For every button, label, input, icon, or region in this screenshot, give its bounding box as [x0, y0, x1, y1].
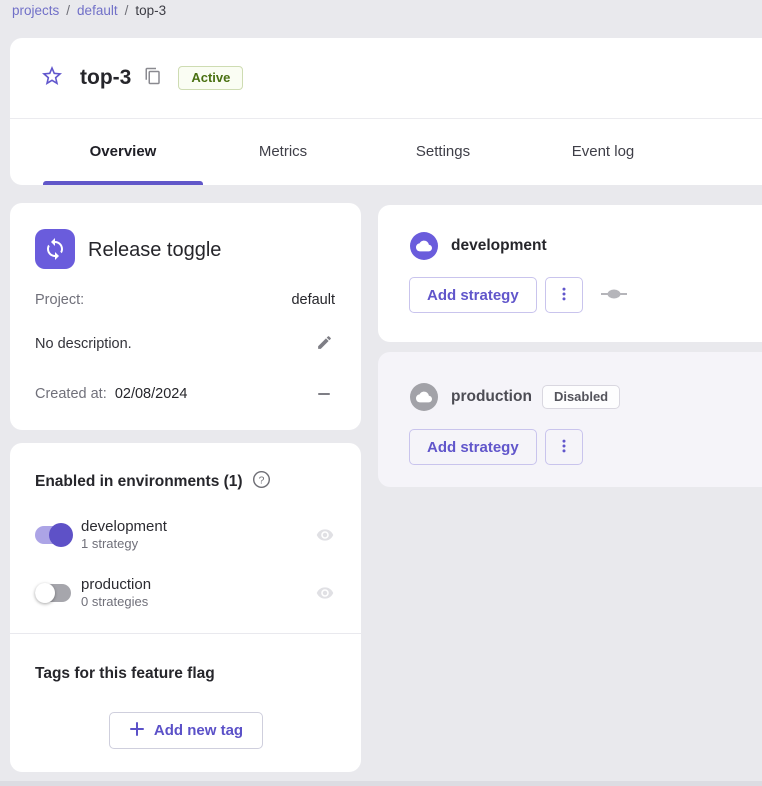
- breadcrumb-link-projects[interactable]: projects: [12, 3, 59, 18]
- star-icon: [40, 64, 64, 93]
- environment-panel-name: production: [451, 388, 532, 406]
- add-strategy-button[interactable]: Add strategy: [409, 277, 537, 313]
- environment-panel-development: development Add strategy: [378, 205, 762, 342]
- environment-panel-production: production Disabled Add strategy: [378, 352, 762, 487]
- favorite-button[interactable]: [40, 66, 64, 90]
- card-divider: [10, 633, 361, 634]
- kebab-icon: [555, 285, 573, 306]
- breadcrumb-separator: /: [66, 3, 70, 18]
- breadcrumb-separator: /: [125, 3, 129, 18]
- collapse-details-button[interactable]: [313, 383, 335, 405]
- tags-title: Tags for this feature flag: [35, 665, 215, 683]
- tab-settings[interactable]: Settings: [363, 118, 523, 185]
- eye-icon[interactable]: [316, 526, 334, 544]
- environment-row-production: production 0 strategies: [35, 571, 334, 615]
- tab-bar: Overview Metrics Settings Event log: [43, 118, 683, 185]
- environment-menu-button[interactable]: [545, 277, 583, 313]
- panel-actions: Add strategy: [409, 429, 583, 465]
- toggle-thumb: [35, 583, 55, 603]
- created-label: Created at:: [35, 386, 107, 402]
- environment-row-development: development 1 strategy: [35, 513, 334, 557]
- eye-icon[interactable]: [316, 584, 334, 602]
- feature-header-card: top-3 Active Overview Metrics Settings E…: [10, 38, 762, 185]
- status-badge: Active: [178, 66, 243, 90]
- add-new-tag-button[interactable]: Add new tag: [109, 712, 263, 749]
- disabled-badge: Disabled: [542, 385, 620, 409]
- copy-name-button[interactable]: [143, 68, 163, 88]
- project-value: default: [291, 292, 335, 308]
- add-new-tag-label: Add new tag: [154, 722, 243, 739]
- release-toggle-icon: [35, 229, 75, 269]
- environment-name: development: [81, 518, 167, 536]
- development-toggle[interactable]: [35, 523, 71, 547]
- created-value: 02/08/2024: [115, 386, 188, 402]
- breadcrumb: projects / default / top-3: [12, 3, 166, 18]
- kebab-icon: [555, 437, 573, 458]
- environment-panel-name: development: [451, 237, 547, 255]
- environment-strategy-count: 0 strategies: [81, 594, 151, 610]
- panel-actions: Add strategy: [409, 277, 627, 313]
- strategy-connector-icon: [601, 286, 627, 304]
- tab-metrics[interactable]: Metrics: [203, 118, 363, 185]
- plus-icon: [129, 721, 145, 741]
- page-title: top-3: [80, 66, 131, 90]
- help-icon[interactable]: ?: [252, 470, 271, 494]
- environment-name: production: [81, 576, 151, 594]
- environments-heading: Enabled in environments (1) ?: [35, 470, 271, 494]
- copy-icon: [144, 67, 162, 90]
- feature-title-row: top-3 Active: [10, 38, 762, 118]
- environments-title: Enabled in environments (1): [35, 473, 243, 491]
- minus-icon: [318, 393, 330, 396]
- environments-card: Enabled in environments (1) ? developmen…: [10, 443, 361, 772]
- pencil-icon: [316, 334, 333, 355]
- project-label: Project:: [35, 292, 84, 308]
- panel-header: production Disabled: [410, 383, 620, 411]
- svg-text:?: ?: [258, 475, 264, 486]
- breadcrumb-link-default[interactable]: default: [77, 3, 118, 18]
- panel-header: development: [410, 232, 547, 260]
- environment-strategy-count: 1 strategy: [81, 536, 167, 552]
- tab-overview[interactable]: Overview: [43, 118, 203, 185]
- description-row: No description.: [35, 333, 335, 355]
- created-row: Created at: 02/08/2024: [35, 383, 335, 405]
- production-toggle[interactable]: [35, 581, 71, 605]
- tab-event-log[interactable]: Event log: [523, 118, 683, 185]
- edit-description-button[interactable]: [313, 333, 335, 355]
- feature-type-label: Release toggle: [88, 239, 221, 262]
- cloud-icon: [410, 232, 438, 260]
- description-text: No description.: [35, 336, 132, 352]
- toggle-thumb: [49, 523, 73, 547]
- bottom-edge-strip: [0, 781, 762, 786]
- feature-details-card: Release toggle Project: default No descr…: [10, 203, 361, 430]
- breadcrumb-current: top-3: [135, 3, 166, 18]
- project-row: Project: default: [35, 292, 335, 308]
- add-strategy-button[interactable]: Add strategy: [409, 429, 537, 465]
- cloud-icon: [410, 383, 438, 411]
- environment-menu-button[interactable]: [545, 429, 583, 465]
